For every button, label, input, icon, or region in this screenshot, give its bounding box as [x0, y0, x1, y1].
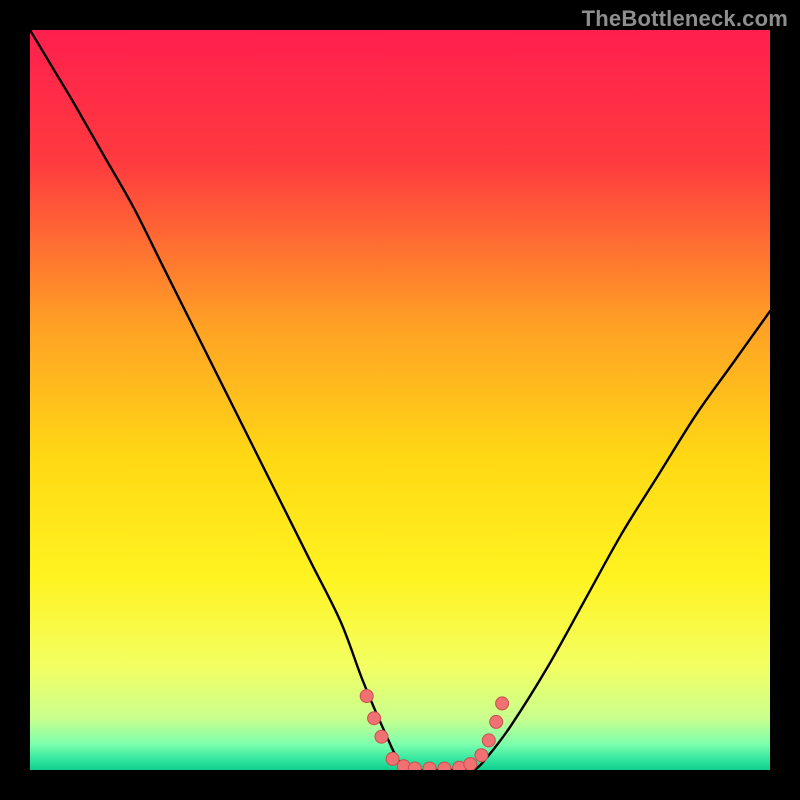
plot-area — [30, 30, 770, 770]
curve-layer — [30, 30, 770, 770]
valley-marker — [368, 712, 381, 725]
valley-marker — [438, 762, 451, 770]
watermark-text: TheBottleneck.com — [582, 6, 788, 32]
valley-marker — [482, 734, 495, 747]
bottleneck-curve — [30, 30, 770, 770]
valley-marker — [496, 697, 509, 710]
chart-frame: TheBottleneck.com — [0, 0, 800, 800]
valley-marker — [408, 762, 421, 770]
valley-marker — [475, 749, 488, 762]
valley-marker — [490, 715, 503, 728]
valley-marker — [423, 762, 436, 770]
valley-marker — [360, 690, 373, 703]
valley-marker — [464, 758, 477, 770]
valley-marker — [375, 730, 388, 743]
valley-marker — [386, 752, 399, 765]
